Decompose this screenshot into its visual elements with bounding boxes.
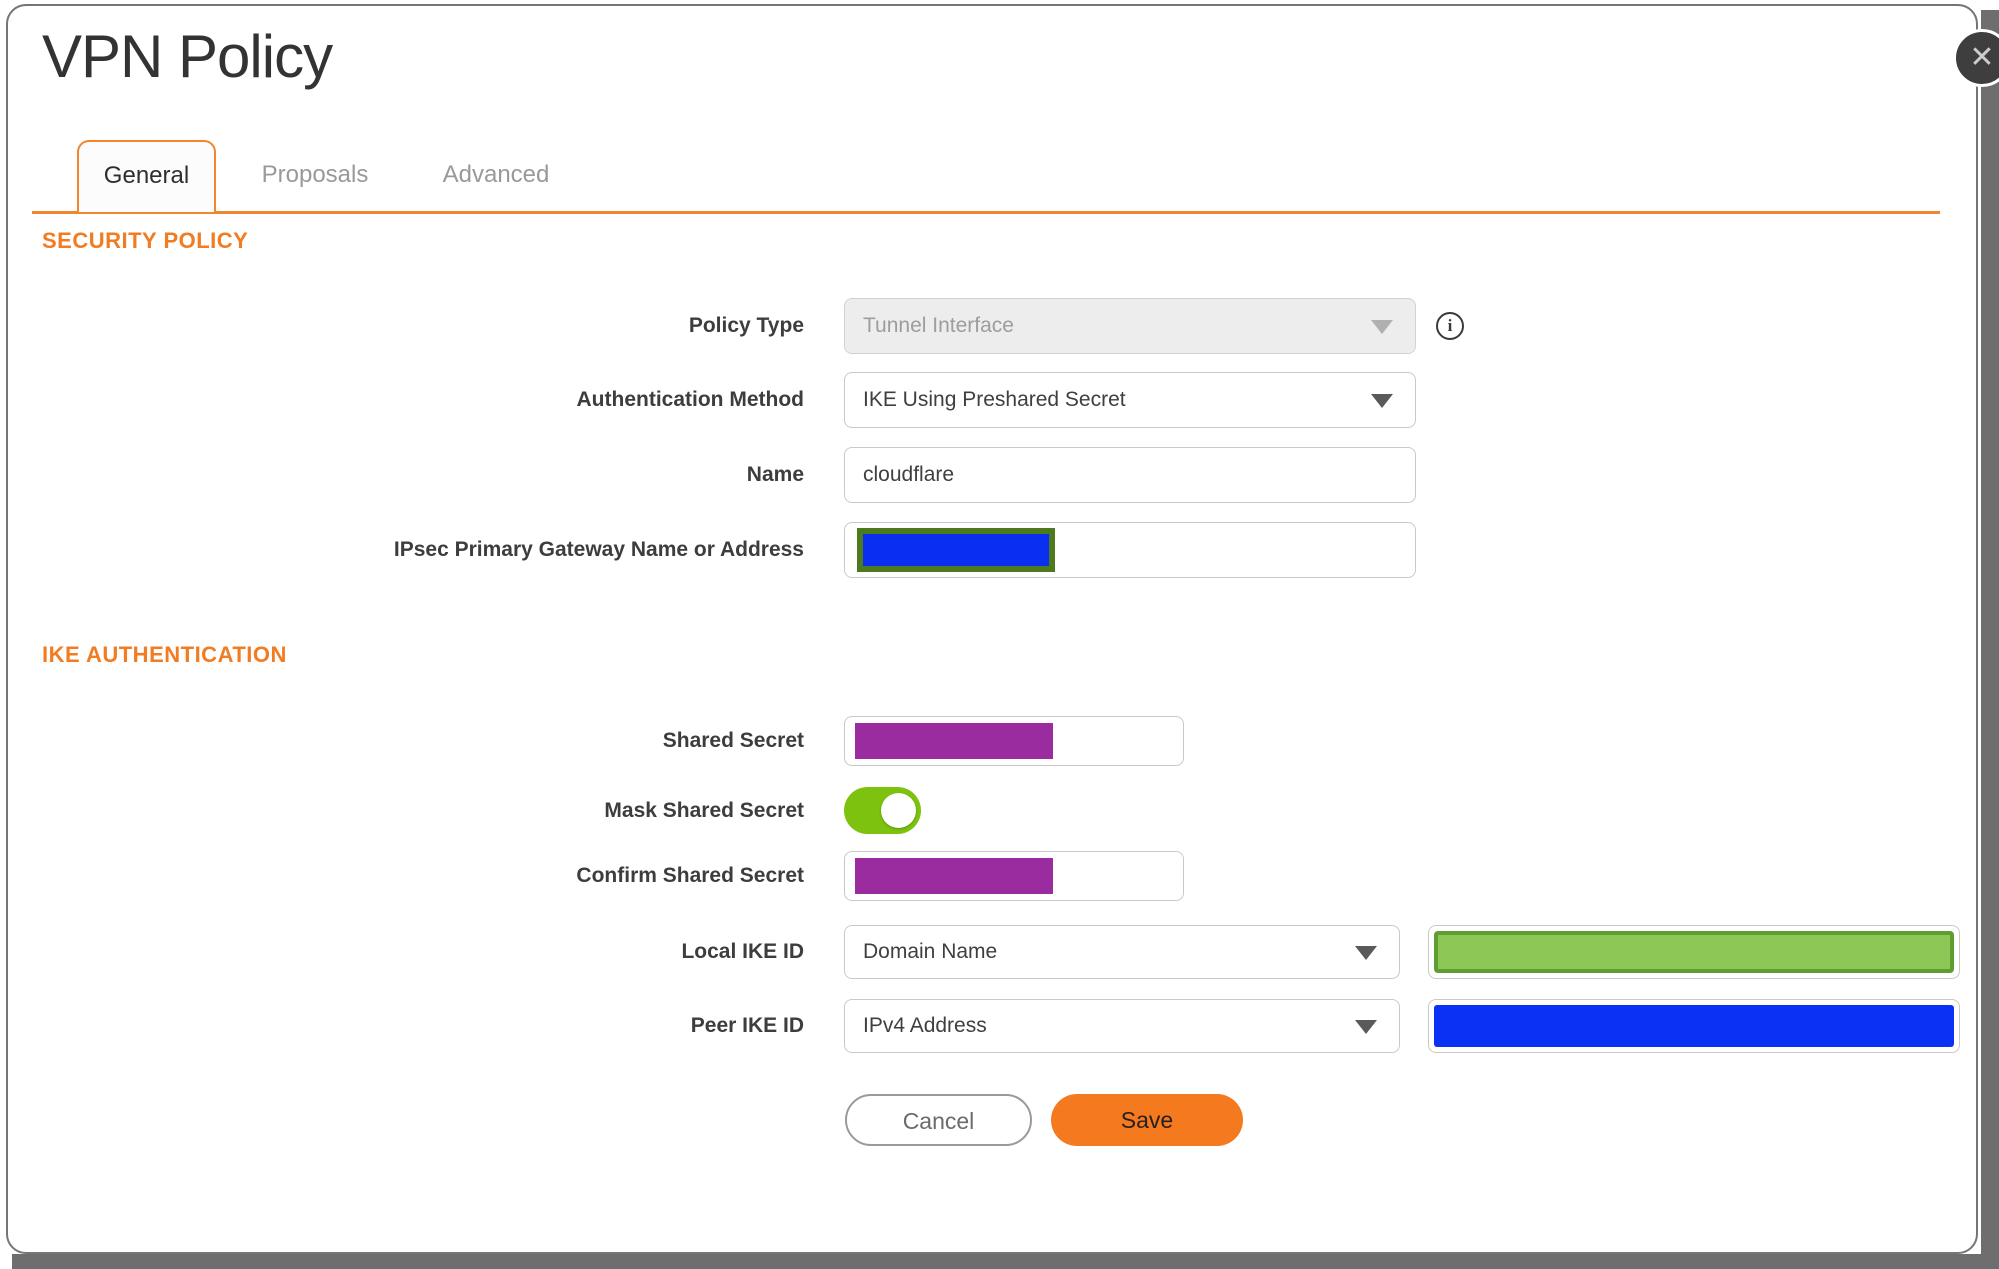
peer-ike-id-select[interactable]: IPv4 Address xyxy=(844,999,1400,1053)
local-ike-id-value: Domain Name xyxy=(863,940,998,963)
tab-proposals-label: Proposals xyxy=(261,161,369,188)
authentication-method-select[interactable]: IKE Using Preshared Secret xyxy=(844,372,1416,428)
name-value: cloudflare xyxy=(863,463,955,486)
gateway-label: IPsec Primary Gateway Name or Address xyxy=(393,538,804,561)
save-button[interactable]: Save xyxy=(1051,1094,1243,1146)
tab-advanced-label: Advanced xyxy=(442,161,550,188)
authentication-method-label: Authentication Method xyxy=(576,388,804,411)
policy-type-select[interactable]: Tunnel Interface xyxy=(844,298,1416,354)
cancel-button[interactable]: Cancel xyxy=(845,1094,1032,1146)
confirm-shared-secret-input[interactable] xyxy=(844,851,1184,901)
shared-secret-input[interactable] xyxy=(844,716,1184,766)
section-security-policy: SECURITY POLICY xyxy=(42,228,249,253)
chevron-down-icon xyxy=(1371,320,1393,334)
chevron-down-icon xyxy=(1355,946,1377,960)
authentication-method-value: IKE Using Preshared Secret xyxy=(863,388,1126,411)
peer-ike-id-value-input[interactable] xyxy=(1428,999,1960,1053)
tab-underline xyxy=(32,211,1940,214)
section-ike-authentication: IKE AUTHENTICATION xyxy=(42,642,287,667)
local-ike-id-redacted-value xyxy=(1434,931,1954,973)
peer-ike-id-label: Peer IKE ID xyxy=(690,1014,804,1037)
peer-ike-id-value: IPv4 Address xyxy=(863,1014,987,1037)
name-label: Name xyxy=(746,463,804,486)
confirm-shared-secret-redacted-value xyxy=(855,858,1053,894)
mask-shared-secret-label: Mask Shared Secret xyxy=(604,798,804,822)
info-icon[interactable]: i xyxy=(1436,312,1464,340)
peer-ike-id-redacted-value xyxy=(1434,1005,1954,1047)
tab-general[interactable]: General xyxy=(77,140,216,212)
local-ike-id-select[interactable]: Domain Name xyxy=(844,925,1400,979)
screen: VPN Policy General Proposals Advanced SE… xyxy=(0,0,1999,1269)
gateway-redacted-value xyxy=(857,528,1055,572)
tab-advanced[interactable]: Advanced xyxy=(416,140,576,210)
tab-general-label: General xyxy=(103,162,190,189)
dialog-title: VPN Policy xyxy=(42,23,333,90)
toggle-knob xyxy=(881,793,916,828)
policy-type-value: Tunnel Interface xyxy=(863,314,1014,337)
mask-shared-secret-toggle[interactable] xyxy=(844,787,921,834)
page-background-bottom xyxy=(12,1254,1999,1269)
local-ike-id-label: Local IKE ID xyxy=(681,940,804,963)
shared-secret-label: Shared Secret xyxy=(662,729,804,752)
page-background-right xyxy=(1981,10,1999,1269)
chevron-down-icon xyxy=(1355,1020,1377,1034)
shared-secret-redacted-value xyxy=(855,723,1053,759)
gateway-input[interactable] xyxy=(844,522,1416,578)
tab-proposals[interactable]: Proposals xyxy=(236,140,394,210)
confirm-shared-secret-label: Confirm Shared Secret xyxy=(576,864,804,887)
vpn-policy-dialog: VPN Policy General Proposals Advanced SE… xyxy=(6,4,1978,1254)
local-ike-id-value-input[interactable] xyxy=(1428,925,1960,979)
chevron-down-icon xyxy=(1371,394,1393,408)
policy-type-label: Policy Type xyxy=(688,314,804,337)
name-input[interactable]: cloudflare xyxy=(844,447,1416,503)
